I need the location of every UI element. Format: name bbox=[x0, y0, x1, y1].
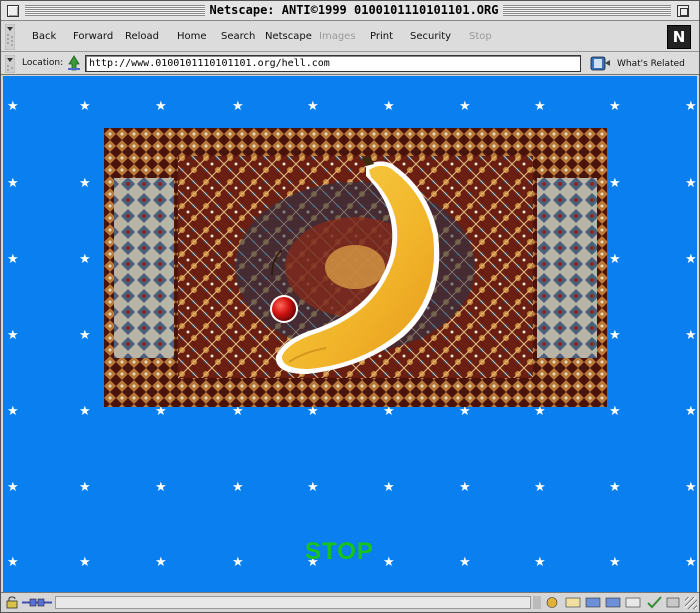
star-icon: ★ bbox=[7, 176, 19, 191]
star-icon: ★ bbox=[79, 555, 91, 570]
forward-button[interactable]: Forward bbox=[73, 31, 113, 42]
stop-button[interactable]: Stop bbox=[469, 31, 492, 42]
newsgroups-icon bbox=[585, 597, 601, 608]
address-book-icon bbox=[605, 597, 621, 608]
star-icon: ★ bbox=[685, 555, 697, 570]
whats-related-label: What's Related bbox=[617, 59, 685, 69]
title-bar[interactable]: Netscape: ANTI©1999 0100101110101101.ORG bbox=[1, 1, 699, 21]
search-button[interactable]: Search bbox=[221, 31, 255, 42]
star-icon: ★ bbox=[7, 252, 19, 267]
star-icon: ★ bbox=[79, 99, 91, 114]
images-button[interactable]: Images bbox=[319, 31, 356, 42]
netscape-throbber-logo[interactable]: N bbox=[667, 25, 691, 49]
print-button[interactable]: Print bbox=[370, 31, 393, 42]
rug-banana-cherry-image bbox=[104, 128, 607, 407]
star-icon: ★ bbox=[685, 252, 697, 267]
star-icon: ★ bbox=[685, 480, 697, 495]
navigation-toolbar: Back Forward Reload Home Search Netscape… bbox=[1, 21, 699, 52]
star-icon: ★ bbox=[685, 176, 697, 191]
star-icon: ★ bbox=[155, 555, 167, 570]
netscape-button[interactable]: Netscape bbox=[265, 31, 312, 42]
star-icon: ★ bbox=[79, 328, 91, 343]
star-icon: ★ bbox=[459, 480, 471, 495]
star-icon: ★ bbox=[534, 99, 546, 114]
page-proxy-bookmark-icon[interactable] bbox=[67, 55, 81, 71]
star-icon: ★ bbox=[383, 99, 395, 114]
star-icon: ★ bbox=[7, 555, 19, 570]
star-icon: ★ bbox=[232, 555, 244, 570]
status-bar bbox=[1, 592, 699, 612]
star-icon: ★ bbox=[7, 404, 19, 419]
star-icon: ★ bbox=[79, 404, 91, 419]
security-lock-icon[interactable] bbox=[6, 596, 20, 609]
location-bar: Location: http://www.0100101110101101.or… bbox=[1, 52, 699, 75]
tools-icon bbox=[666, 597, 680, 608]
star-icon: ★ bbox=[685, 328, 697, 343]
star-icon: ★ bbox=[232, 99, 244, 114]
browser-window: Netscape: ANTI©1999 0100101110101101.ORG… bbox=[0, 0, 700, 613]
star-icon: ★ bbox=[79, 252, 91, 267]
star-icon: ★ bbox=[609, 480, 621, 495]
star-icon: ★ bbox=[609, 252, 621, 267]
check-icon bbox=[647, 596, 662, 609]
connection-status-icon bbox=[22, 598, 52, 607]
back-button[interactable]: Back bbox=[32, 31, 56, 42]
star-icon: ★ bbox=[609, 404, 621, 419]
component-bar-grip-icon bbox=[533, 596, 541, 609]
star-icon: ★ bbox=[232, 480, 244, 495]
star-icon: ★ bbox=[534, 555, 546, 570]
star-icon: ★ bbox=[155, 99, 167, 114]
url-input[interactable]: http://www.0100101110101101.org/hell.com bbox=[85, 55, 581, 72]
security-button[interactable]: Security bbox=[410, 31, 451, 42]
star-icon: ★ bbox=[534, 480, 546, 495]
title-bar-stripes-left bbox=[25, 5, 205, 16]
star-icon: ★ bbox=[685, 99, 697, 114]
star-icon: ★ bbox=[609, 555, 621, 570]
star-icon: ★ bbox=[79, 480, 91, 495]
star-icon: ★ bbox=[79, 176, 91, 191]
toolbar-collapse-grip-icon[interactable] bbox=[5, 24, 15, 50]
navigator-icon bbox=[546, 597, 558, 608]
star-icon: ★ bbox=[155, 480, 167, 495]
whats-related-icon bbox=[590, 56, 610, 71]
component-bar-icons[interactable] bbox=[533, 595, 683, 610]
page-content: ★ ★ ★ ★ ★ ★ ★ ★ ★ ★ ★ ★ ★ ★ ★ ★ ★ ★ ★ ★ ★ ★ ★ ★ ★ ★ ★ ★ ★ ★ ★ ★ ★ ★ ★ ★ ★ ★ ★ ★… bbox=[3, 76, 697, 592]
star-icon: ★ bbox=[459, 555, 471, 570]
star-icon: ★ bbox=[383, 555, 395, 570]
star-icon: ★ bbox=[459, 99, 471, 114]
zoom-box-icon[interactable] bbox=[677, 5, 689, 17]
star-icon: ★ bbox=[383, 480, 395, 495]
mail-icon bbox=[565, 597, 581, 608]
status-message bbox=[55, 596, 531, 609]
star-icon: ★ bbox=[307, 480, 319, 495]
resize-grip-icon[interactable] bbox=[685, 597, 697, 609]
title-bar-stripes-right bbox=[503, 5, 671, 16]
location-label: Location: bbox=[22, 58, 64, 68]
home-button[interactable]: Home bbox=[177, 31, 207, 42]
window-title: Netscape: ANTI©1999 0100101110101101.ORG bbox=[205, 3, 503, 17]
stop-heading[interactable]: STOP bbox=[305, 538, 374, 566]
star-icon: ★ bbox=[609, 328, 621, 343]
star-icon: ★ bbox=[307, 99, 319, 114]
close-box-icon[interactable] bbox=[7, 5, 19, 17]
star-icon: ★ bbox=[7, 99, 19, 114]
star-icon: ★ bbox=[7, 328, 19, 343]
star-icon: ★ bbox=[609, 99, 621, 114]
star-icon: ★ bbox=[609, 176, 621, 191]
location-collapse-grip-icon[interactable] bbox=[5, 55, 15, 73]
reload-button[interactable]: Reload bbox=[125, 31, 159, 42]
star-icon: ★ bbox=[7, 480, 19, 495]
star-icon: ★ bbox=[685, 404, 697, 419]
composer-icon bbox=[625, 597, 641, 608]
